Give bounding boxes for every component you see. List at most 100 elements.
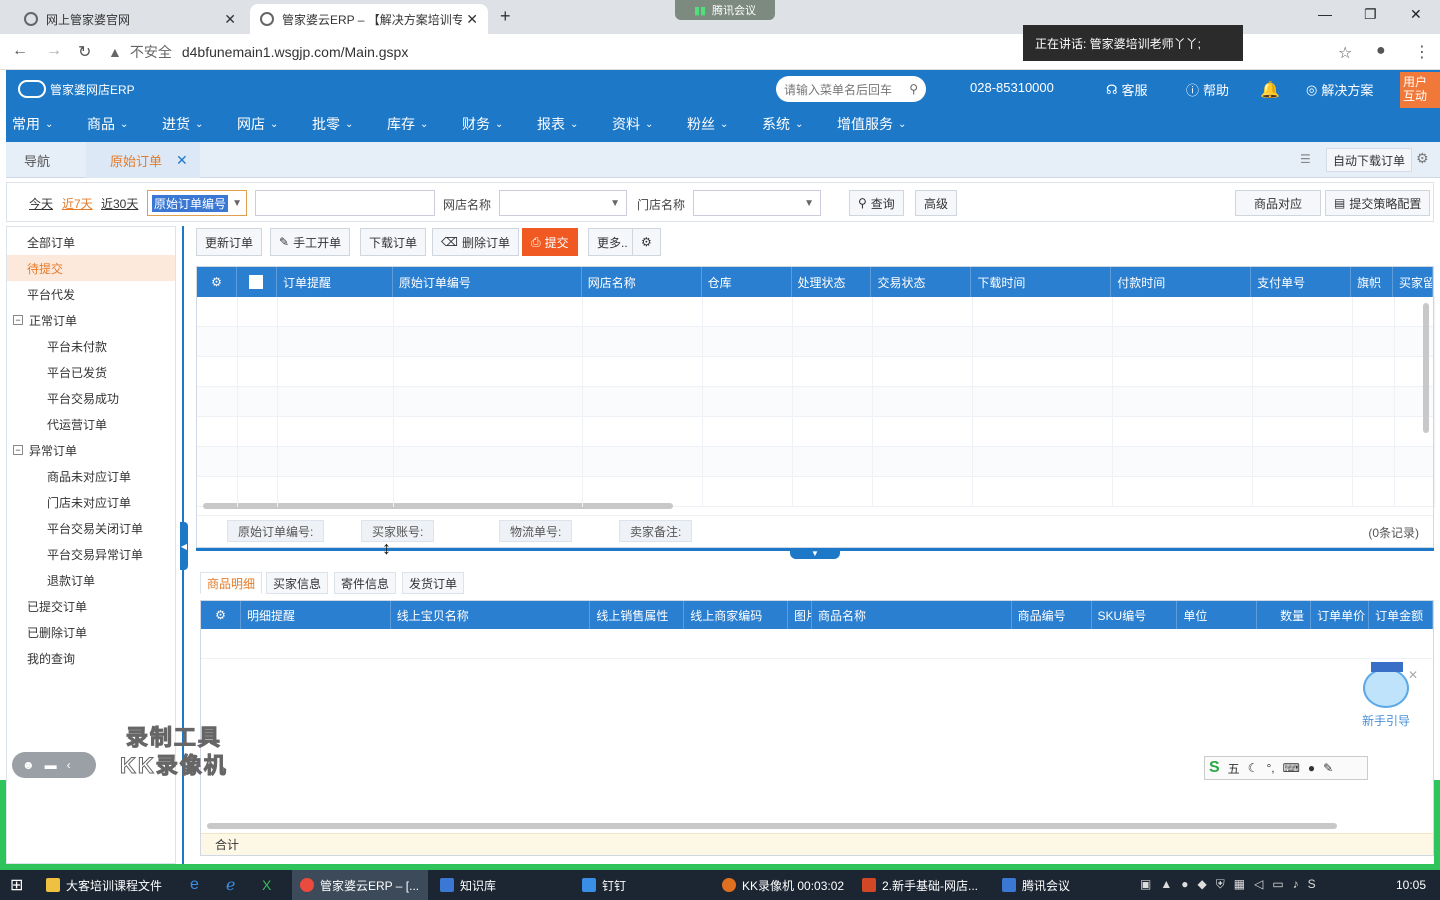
browser-tab-erp[interactable]: 管家婆云ERP – 【解决方案培训专 ✕ bbox=[250, 4, 488, 34]
menu-item[interactable]: 财务 ⌄ bbox=[456, 110, 531, 138]
horizontal-scrollbar[interactable] bbox=[203, 503, 673, 509]
chevron-left-icon[interactable]: ‹ bbox=[67, 758, 71, 772]
menu-item[interactable]: 粉丝 ⌄ bbox=[681, 110, 756, 138]
collapse-toggle-icon[interactable]: − bbox=[13, 445, 23, 455]
table-row[interactable] bbox=[197, 297, 1433, 327]
new-tab-button[interactable]: + bbox=[500, 6, 511, 27]
column-header[interactable]: 交易状态 bbox=[871, 267, 972, 297]
detail-column-header[interactable]: 线上宝贝名称 bbox=[391, 601, 591, 629]
menu-item[interactable]: 网店 ⌄ bbox=[231, 110, 306, 138]
nav-item[interactable]: 平台交易异常订单 bbox=[7, 541, 175, 567]
column-header[interactable]: 订单提醒 bbox=[277, 267, 393, 297]
detail-column-header[interactable]: 明细提醒 bbox=[241, 601, 391, 629]
face-icon[interactable]: ☻ bbox=[22, 758, 35, 772]
detail-column-header[interactable]: 线上商家编码 bbox=[684, 601, 789, 629]
auto-download-button[interactable]: 自动下载订单 bbox=[1326, 148, 1413, 172]
ime-mode[interactable]: 五 bbox=[1228, 760, 1240, 777]
collapse-toggle-icon[interactable]: − bbox=[13, 315, 23, 325]
detail-horizontal-scrollbar[interactable] bbox=[207, 823, 1337, 829]
delete-orders-button[interactable]: ⌫ 删除订单 bbox=[432, 228, 519, 256]
tray-shield-icon[interactable]: ◆ bbox=[1197, 877, 1206, 892]
help-link[interactable]: ⓘ 帮助 bbox=[1186, 80, 1229, 99]
menu-item[interactable]: 库存 ⌄ bbox=[381, 110, 456, 138]
keyboard-icon[interactable]: ⌨ bbox=[1283, 761, 1300, 775]
nav-item[interactable]: 平台交易成功 bbox=[7, 385, 175, 411]
tab-shipping-orders[interactable]: 发货订单 bbox=[402, 572, 465, 594]
column-header[interactable]: 旗帜 bbox=[1351, 267, 1394, 297]
reload-icon[interactable]: ↻ bbox=[78, 42, 91, 62]
advanced-button[interactable]: 高级 bbox=[915, 190, 958, 216]
nav-item[interactable]: 待提交 bbox=[7, 255, 175, 281]
column-header[interactable]: 下载时间 bbox=[971, 267, 1112, 297]
detail-column-header[interactable]: 商品编号 bbox=[1012, 601, 1092, 629]
close-icon[interactable]: ✕ bbox=[176, 152, 188, 169]
ime-toolbar[interactable]: S 五 ☾ °, ⌨ ● ✎ bbox=[1204, 756, 1368, 780]
nav-item[interactable]: − 异常订单 bbox=[7, 437, 175, 463]
nav-item[interactable]: 全部订单 bbox=[7, 229, 175, 255]
nav-item[interactable]: − 正常订单 bbox=[7, 307, 175, 333]
column-header[interactable]: 仓库 bbox=[702, 267, 792, 297]
store-select[interactable]: ▼ bbox=[693, 190, 821, 216]
manual-order-button[interactable]: ✎ 手工开单 bbox=[270, 228, 351, 256]
filter-last30[interactable]: 近30天 bbox=[101, 195, 138, 212]
back-icon[interactable]: ← bbox=[12, 42, 28, 60]
order-number-input[interactable] bbox=[255, 190, 435, 216]
footer-order-number[interactable]: 原始订单编号: bbox=[227, 520, 325, 542]
product-match-button[interactable]: 商品对应 bbox=[1235, 190, 1322, 216]
taskbar-item-chrome[interactable]: 管家婆云ERP – [... bbox=[292, 870, 428, 900]
column-header[interactable]: 处理状态 bbox=[792, 267, 872, 297]
grid-settings-icon[interactable]: ⚙ bbox=[197, 267, 237, 297]
tab-sender-info[interactable]: 寄件信息 bbox=[334, 572, 397, 594]
search-icon[interactable]: ⚲ bbox=[909, 82, 918, 96]
nav-item[interactable]: 已删除订单 bbox=[7, 619, 175, 645]
service-link[interactable]: ☊ 客服 bbox=[1106, 80, 1148, 99]
filter-today[interactable]: 今天 bbox=[29, 195, 53, 212]
chevron-down-icon[interactable]: ▼ bbox=[790, 549, 840, 559]
tray-box-icon[interactable]: ▦ bbox=[1234, 877, 1245, 892]
nav-item[interactable]: 代运营订单 bbox=[7, 411, 175, 437]
list-icon[interactable]: ☰ bbox=[1300, 152, 1311, 166]
tray-app-icon[interactable]: ▣ bbox=[1140, 877, 1151, 892]
browser-tab-official-site[interactable]: 网上管家婆官网 ✕ bbox=[14, 4, 246, 34]
tab-original-orders[interactable]: 原始订单 ✕ bbox=[86, 142, 200, 178]
nav-item[interactable]: 退款订单 bbox=[7, 567, 175, 593]
nav-item[interactable]: 门店未对应订单 bbox=[7, 489, 175, 515]
table-row[interactable] bbox=[197, 387, 1433, 417]
bell-icon[interactable]: 🔔 bbox=[1260, 80, 1280, 100]
taskbar-item-kk[interactable]: KK录像机 00:03:02 bbox=[722, 870, 844, 900]
detail-column-header[interactable]: 商品名称 bbox=[812, 601, 1012, 629]
strategy-config-button[interactable]: ▤ 提交策略配置 bbox=[1325, 190, 1431, 216]
taskbar-item-knowledge[interactable]: 知识库 bbox=[440, 870, 496, 900]
table-row[interactable] bbox=[197, 327, 1433, 357]
ime-tray-icon[interactable]: S bbox=[1308, 877, 1316, 892]
select-all-checkbox[interactable] bbox=[237, 267, 277, 297]
collapse-handle[interactable]: ◀ bbox=[180, 522, 188, 570]
tray-security-icon[interactable]: ⛨ bbox=[1216, 877, 1225, 892]
detail-column-header[interactable]: 订单金额 bbox=[1369, 601, 1433, 629]
menu-dots-icon[interactable]: ⋮ bbox=[1414, 42, 1430, 62]
volume-icon[interactable]: ♪ bbox=[1293, 877, 1299, 892]
nav-item[interactable]: 已提交订单 bbox=[7, 593, 175, 619]
menu-item[interactable]: 资料 ⌄ bbox=[606, 110, 681, 138]
filter-last7[interactable]: 近7天 bbox=[62, 195, 93, 212]
solutions-link[interactable]: ◎ 解决方案 bbox=[1306, 80, 1373, 99]
vertical-scrollbar[interactable] bbox=[1423, 303, 1429, 433]
column-header[interactable]: 买家留 bbox=[1393, 267, 1434, 297]
moon-icon[interactable]: ☾ bbox=[1248, 761, 1259, 775]
nav-item[interactable]: 平台未付款 bbox=[7, 333, 175, 359]
menu-item[interactable]: 报表 ⌄ bbox=[531, 110, 606, 138]
windows-start-icon[interactable]: ⊞ bbox=[10, 870, 23, 900]
nav-item[interactable]: 平台已发货 bbox=[7, 359, 175, 385]
table-row[interactable] bbox=[197, 447, 1433, 477]
app-logo[interactable]: 管家婆网店ERP bbox=[18, 80, 135, 98]
meeting-indicator[interactable]: ▮▮ 腾讯会议 bbox=[675, 0, 775, 20]
close-icon[interactable]: ✕ bbox=[224, 11, 236, 28]
column-header[interactable]: 网店名称 bbox=[582, 267, 702, 297]
taskbar-item-folder[interactable]: 大客培训课程文件 bbox=[46, 870, 162, 900]
footer-tracking-number[interactable]: 物流单号: bbox=[499, 520, 573, 542]
refresh-orders-button[interactable]: 更新订单 bbox=[196, 228, 263, 256]
nav-item[interactable]: 我的查询 bbox=[7, 645, 175, 671]
nav-item[interactable]: 平台代发 bbox=[7, 281, 175, 307]
menu-item[interactable]: 常用 ⌄ bbox=[6, 110, 81, 138]
detail-column-header[interactable]: SKU编号 bbox=[1092, 601, 1178, 629]
